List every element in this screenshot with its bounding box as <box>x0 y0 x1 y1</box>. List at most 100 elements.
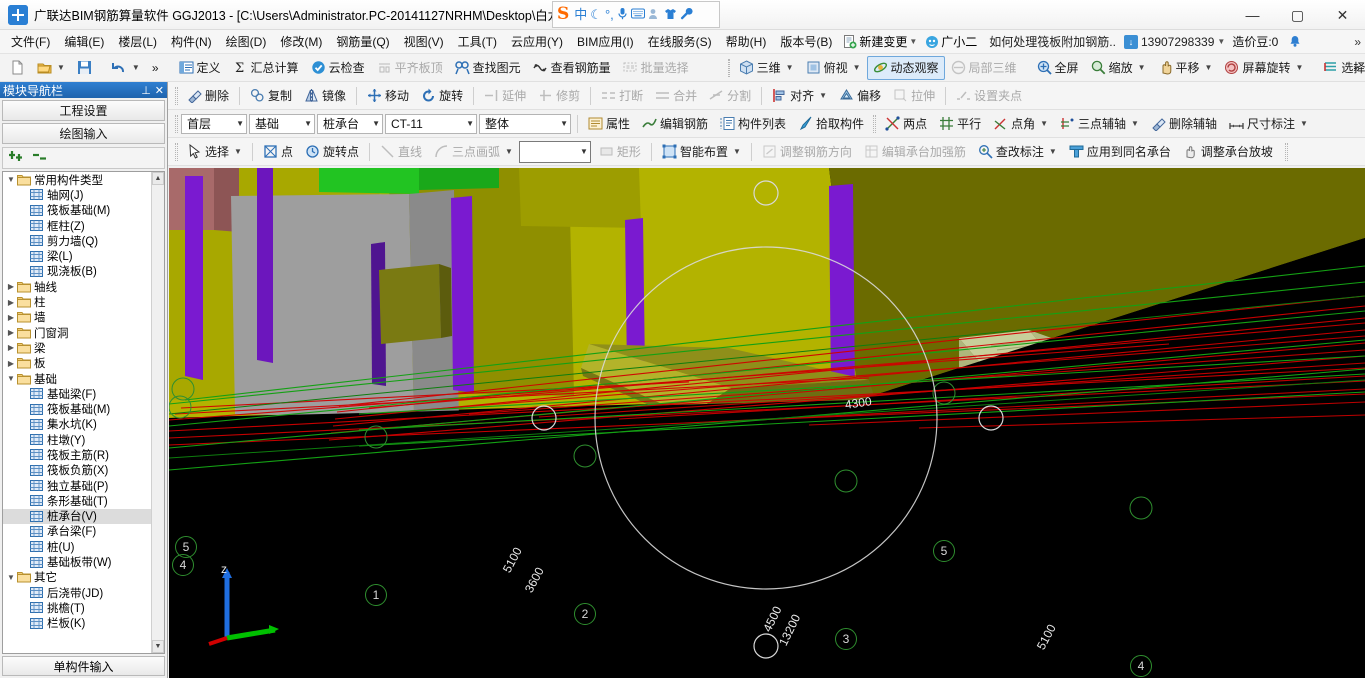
tree-folder-11[interactable]: ▶ 梁 <box>3 340 151 355</box>
point-angle-chevron-icon[interactable]: ▼ <box>1040 119 1048 128</box>
smart-layout-button[interactable]: 智能布置 ▼ <box>656 140 747 164</box>
pick-component-button[interactable]: 拾取构件 <box>792 112 870 136</box>
tree-folder-10[interactable]: ▶ 门窗洞 <box>3 325 151 340</box>
maximize-button[interactable]: ▢ <box>1275 0 1320 30</box>
floor-select-chevron-icon[interactable]: ▼ <box>230 119 244 128</box>
tree-item-17[interactable]: 柱墩(Y) <box>3 432 151 447</box>
top-view-button[interactable]: 俯视 ▼ <box>800 56 867 80</box>
define-button[interactable]: 定义 <box>173 56 227 80</box>
tree-item-21[interactable]: 条形基础(T) <box>3 493 151 508</box>
3d-view-chevron-icon[interactable]: ▼ <box>786 63 794 72</box>
point-angle-button[interactable]: 点角 ▼ <box>987 112 1054 136</box>
fullscreen-button[interactable]: 全屏 <box>1031 56 1085 80</box>
display-mode-select-chevron-icon[interactable]: ▼ <box>554 119 568 128</box>
two-point-button[interactable]: 两点 <box>879 112 933 136</box>
close-panel-icon[interactable]: ✕ <box>155 84 164 97</box>
pan-button[interactable]: 平移 ▼ <box>1152 56 1219 80</box>
undo-chevron-icon[interactable]: ▼ <box>132 63 140 72</box>
view-rebar-button[interactable]: 查看钢筋量 <box>527 56 617 80</box>
component-type-select-chevron-icon[interactable]: ▼ <box>366 119 380 128</box>
menu-help[interactable]: 帮助(H) <box>719 31 774 53</box>
menu-component[interactable]: 构件(N) <box>164 31 219 53</box>
menu-file[interactable]: 文件(F) <box>4 31 57 53</box>
component-name-select-chevron-icon[interactable]: ▼ <box>460 119 474 128</box>
ime-skin-icon[interactable] <box>664 8 677 22</box>
rotate-button[interactable]: 旋转 <box>415 84 469 108</box>
menu-version[interactable]: 版本号(B) <box>773 31 839 53</box>
pan-chevron-icon[interactable]: ▼ <box>1205 63 1213 72</box>
cloud-check-button[interactable]: 云检查 <box>305 56 371 80</box>
category-select-chevron-icon[interactable]: ▼ <box>298 119 312 128</box>
ime-moon-icon[interactable]: ☾ <box>590 8 602 21</box>
check-annotation-button[interactable]: 查改标注 ▼ <box>972 140 1063 164</box>
delete-button[interactable]: 删除 <box>181 84 235 108</box>
menu-modify[interactable]: 修改(M) <box>273 31 329 53</box>
drawing-input-button[interactable]: 绘图输入 <box>2 123 165 144</box>
chevron-down-icon[interactable]: ▼ <box>5 374 17 383</box>
floor-select[interactable]: 首层 ▼ <box>181 113 247 134</box>
three-point-axis-chevron-icon[interactable]: ▼ <box>1131 119 1139 128</box>
tree-item-19[interactable]: 筏板负筋(X) <box>3 463 151 478</box>
edit-rebar-button[interactable]: 编辑钢筋 <box>636 112 714 136</box>
dimension-chevron-icon[interactable]: ▼ <box>1300 119 1308 128</box>
open-file-button[interactable]: ▼ <box>31 56 71 80</box>
split-button[interactable]: 分割 <box>703 84 757 108</box>
tree-item-5[interactable]: 梁(L) <box>3 248 151 263</box>
ime-toolbox-icon[interactable] <box>680 7 693 22</box>
align-button[interactable]: 对齐 ▼ <box>766 84 833 108</box>
adjust-rebar-dir-button[interactable]: 调整钢筋方向 <box>756 140 858 164</box>
tree-item-18[interactable]: 筏板主筋(R) <box>3 447 151 462</box>
assistant-button[interactable]: 广小二 <box>921 33 981 50</box>
tree-item-16[interactable]: 集水坑(K) <box>3 417 151 432</box>
tree-folder-8[interactable]: ▶ 柱 <box>3 294 151 309</box>
extend-button[interactable]: 延伸 <box>478 84 532 108</box>
ime-user-icon[interactable] <box>648 8 661 22</box>
tree-item-27[interactable]: 后浇带(JD) <box>3 585 151 600</box>
chevron-right-icon[interactable]: ▶ <box>5 343 17 352</box>
three-point-arc-button[interactable]: 三点画弧 ▼ <box>428 140 519 164</box>
select-tool-chevron-icon[interactable]: ▼ <box>234 147 242 156</box>
move-button[interactable]: 移动 <box>361 84 415 108</box>
rectangle-tool-button[interactable]: 矩形 <box>593 140 647 164</box>
scroll-up-button[interactable]: ▲ <box>152 172 164 185</box>
arc-mode-select[interactable]: ▼ <box>518 140 591 163</box>
menu-tools[interactable]: 工具(T) <box>451 31 504 53</box>
tree-item-3[interactable]: 框柱(Z) <box>3 218 151 233</box>
tree-item-2[interactable]: 筏板基础(M) <box>3 203 151 218</box>
zoom-chevron-icon[interactable]: ▼ <box>1138 63 1146 72</box>
tree-scrollbar[interactable]: ▲ ▼ <box>151 172 164 653</box>
undo-button[interactable]: ▼ <box>106 56 146 80</box>
zoom-button[interactable]: 缩放 ▼ <box>1085 56 1152 80</box>
chevron-right-icon[interactable]: ▶ <box>5 298 17 307</box>
parallel-button[interactable]: 平行 <box>933 112 987 136</box>
tree-item-24[interactable]: 桩(U) <box>3 539 151 554</box>
close-button[interactable]: ✕ <box>1320 0 1365 30</box>
minimize-button[interactable]: — <box>1230 0 1275 30</box>
toolbar-right-overflow[interactable]: » <box>1353 61 1360 75</box>
offset-button[interactable]: 偏移 <box>833 84 887 108</box>
menubar-overflow-icon[interactable]: » <box>1354 35 1361 49</box>
menu-edit[interactable]: 编辑(E) <box>57 31 111 53</box>
ime-chinese-mode[interactable]: 中 <box>574 8 587 21</box>
promo-link[interactable]: 如何处理筏板附加钢筋.. <box>989 33 1116 50</box>
scroll-down-button[interactable]: ▼ <box>152 640 164 653</box>
project-settings-button[interactable]: 工程设置 <box>2 100 165 121</box>
set-grip-button[interactable]: 设置夹点 <box>950 84 1028 108</box>
chevron-right-icon[interactable]: ▶ <box>5 359 17 368</box>
screen-rotate-chevron-icon[interactable]: ▼ <box>1295 63 1303 72</box>
partial-3d-button[interactable]: 局部三维 <box>945 56 1023 80</box>
menu-floor[interactable]: 楼层(L) <box>111 31 164 53</box>
3d-viewport[interactable]: 1 2 3 4 4 5 5 5100 3600 4500 13200 4300 … <box>169 168 1365 678</box>
single-component-input-button[interactable]: 单构件输入 <box>2 656 165 676</box>
batch-select-button[interactable]: 批量选择 <box>617 56 695 80</box>
tree-folder-13[interactable]: ▼ 基础 <box>3 371 151 386</box>
chevron-down-icon[interactable]: ▼ <box>909 37 917 46</box>
account-chevron-icon[interactable]: ▼ <box>1217 37 1225 46</box>
rotate-point-button[interactable]: 旋转点 <box>299 140 365 164</box>
sogou-ime-toolbar[interactable]: S 中 ☾ °, <box>552 1 720 28</box>
tree-item-29[interactable]: 栏板(K) <box>3 616 151 631</box>
tree-item-20[interactable]: 独立基础(P) <box>3 478 151 493</box>
tree-item-22[interactable]: 桩承台(V) <box>3 508 151 524</box>
tree-folder-26[interactable]: ▼ 其它 <box>3 570 151 585</box>
account-area[interactable]: ↓ 13907298339 ▼ <box>1123 34 1225 49</box>
